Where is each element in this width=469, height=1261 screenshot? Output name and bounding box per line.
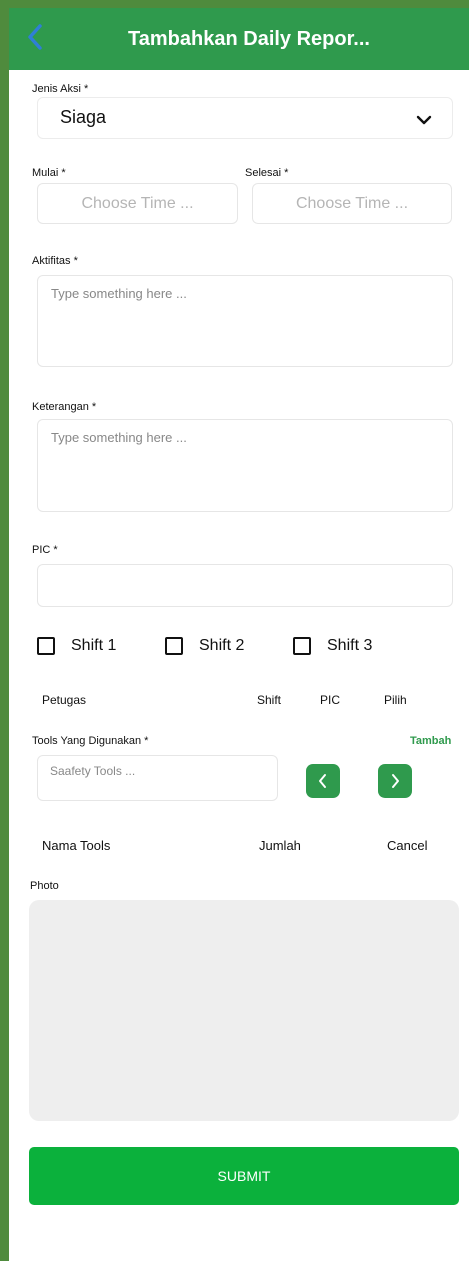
pic-input[interactable] xyxy=(37,564,453,607)
shift-2-checkbox[interactable]: Shift 2 xyxy=(165,637,244,655)
prev-tools-button[interactable] xyxy=(306,764,340,798)
checkbox-box[interactable] xyxy=(37,637,55,655)
aktifitas-placeholder: Type something here ... xyxy=(51,286,187,301)
column-header-shift: Shift xyxy=(257,693,282,707)
shift-3-checkbox[interactable]: Shift 3 xyxy=(293,637,372,655)
column-header-cancel: Cancel xyxy=(387,838,428,853)
selesai-placeholder: Choose Time ... xyxy=(295,195,409,212)
tools-placeholder: Saafety Tools ... xyxy=(50,764,136,778)
selesai-time-picker[interactable]: Choose Time ... xyxy=(252,183,452,224)
checkbox-box[interactable] xyxy=(165,637,183,655)
chevron-right-icon xyxy=(392,774,399,788)
back-arrow-icon xyxy=(28,24,42,50)
pic-label: PIC * xyxy=(32,544,58,556)
column-header-jumlah: Jumlah xyxy=(259,838,301,853)
submit-button[interactable]: SUBMIT xyxy=(29,1147,459,1205)
chevron-left-icon xyxy=(319,774,326,788)
keterangan-label: Keterangan * xyxy=(32,401,97,413)
photo-upload-area[interactable] xyxy=(29,900,459,1121)
column-header-pic: PIC xyxy=(320,693,341,707)
tools-label: Tools Yang Digunakan * xyxy=(32,735,149,747)
jenis-aksi-label: Jenis Aksi * xyxy=(32,83,89,95)
checkbox-box[interactable] xyxy=(293,637,311,655)
shift-3-label: Shift 3 xyxy=(327,637,373,654)
keterangan-placeholder: Type something here ... xyxy=(51,430,187,445)
column-header-petugas: Petugas xyxy=(42,693,87,707)
window-frame-top xyxy=(0,0,469,8)
aktifitas-textarea[interactable]: Type something here ... xyxy=(37,275,453,367)
jenis-aksi-select[interactable]: Siaga xyxy=(37,97,453,139)
mulai-label: Mulai * xyxy=(32,167,66,179)
column-header-nama-tools: Nama Tools xyxy=(42,838,111,853)
tools-search-input[interactable]: Saafety Tools ... xyxy=(37,755,278,801)
tools-table-header: Nama Tools Jumlah Cancel xyxy=(30,834,459,858)
app-bar: Tambahkan Daily Repor... xyxy=(9,8,469,70)
chevron-down-icon xyxy=(416,115,432,125)
tambah-tools-link[interactable]: Tambah xyxy=(410,735,451,747)
back-button[interactable] xyxy=(21,22,49,52)
page-title: Tambahkan Daily Repor... xyxy=(128,27,370,50)
mulai-placeholder: Choose Time ... xyxy=(81,195,194,212)
aktifitas-label: Aktifitas * xyxy=(32,255,78,267)
keterangan-textarea[interactable]: Type something here ... xyxy=(37,419,453,512)
jenis-aksi-value: Siaga xyxy=(60,107,107,127)
shift-1-label: Shift 1 xyxy=(71,637,117,654)
photo-label: Photo xyxy=(30,880,59,892)
column-header-pilih: Pilih xyxy=(384,693,407,707)
window-frame-left xyxy=(0,0,9,1261)
petugas-table-header: Petugas Shift PIC Pilih xyxy=(30,689,459,711)
shift-2-label: Shift 2 xyxy=(199,637,245,654)
shift-1-checkbox[interactable]: Shift 1 xyxy=(37,637,116,655)
next-tools-button[interactable] xyxy=(378,764,412,798)
mulai-time-picker[interactable]: Choose Time ... xyxy=(37,183,238,224)
selesai-label: Selesai * xyxy=(245,167,289,179)
